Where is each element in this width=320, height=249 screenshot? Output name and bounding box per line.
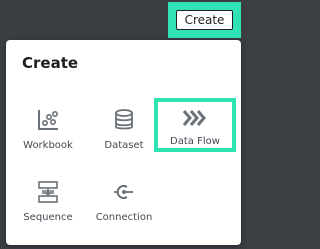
menu-item-label: Sequence bbox=[23, 212, 73, 223]
create-button-highlight: Create bbox=[168, 2, 241, 38]
create-menu-title: Create bbox=[22, 54, 79, 72]
create-menu-panel: Create Workbook Dataset Data Flow Sequen… bbox=[6, 40, 241, 245]
menu-item-label: Data Flow bbox=[170, 136, 220, 147]
create-button[interactable]: Create bbox=[176, 10, 233, 30]
menu-item-label: Connection bbox=[95, 212, 153, 223]
menu-item-label: Dataset bbox=[104, 140, 144, 151]
menu-item-sequence[interactable]: Sequence bbox=[8, 172, 88, 230]
connection-plug-icon bbox=[110, 178, 138, 206]
menu-item-workbook[interactable]: Workbook bbox=[8, 100, 88, 158]
sequence-icon bbox=[34, 178, 62, 206]
menu-item-dataset[interactable]: Dataset bbox=[84, 100, 164, 158]
menu-item-data-flow[interactable]: Data Flow bbox=[154, 98, 236, 152]
menu-item-connection[interactable]: Connection bbox=[84, 172, 164, 230]
menu-item-label: Workbook bbox=[23, 140, 73, 151]
database-icon bbox=[110, 106, 138, 134]
chevrons-right-icon bbox=[181, 104, 209, 132]
app-background: Create Create Workbook Dataset Data Flow… bbox=[0, 0, 247, 249]
workbook-scatter-icon bbox=[34, 106, 62, 134]
